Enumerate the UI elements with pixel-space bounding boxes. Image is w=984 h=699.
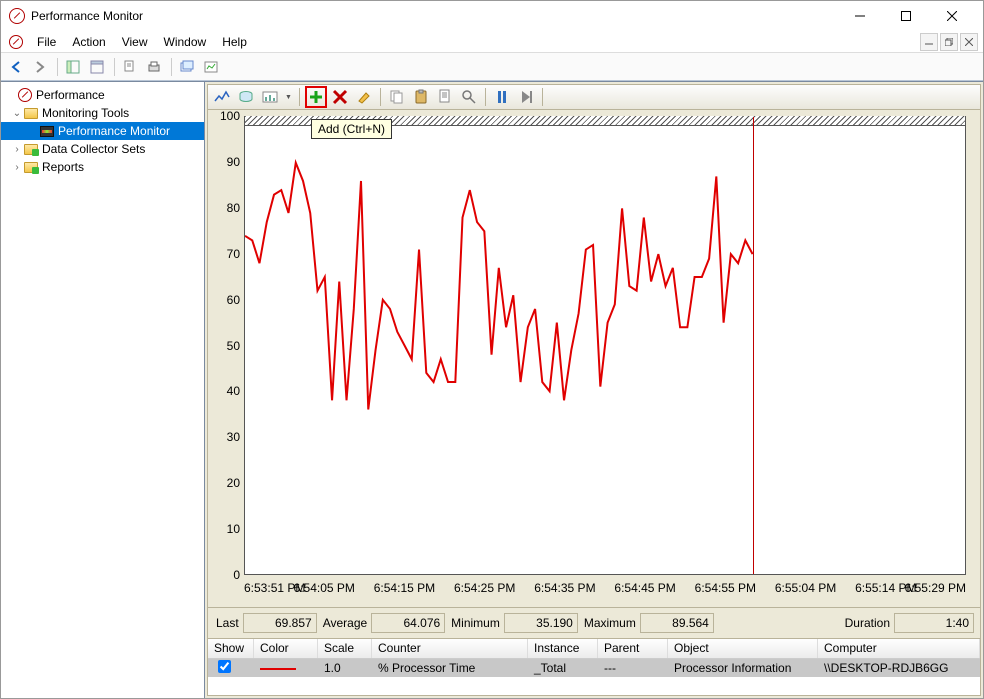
cell-computer: \\DESKTOP-RDJB6GG: [818, 661, 980, 675]
stat-avg-value: 64.076: [371, 613, 445, 633]
print-button[interactable]: [143, 56, 165, 78]
properties-button[interactable]: [119, 56, 141, 78]
menu-help[interactable]: Help: [214, 33, 255, 51]
mdi-close-button[interactable]: [960, 33, 978, 51]
cell-scale: 1.0: [318, 661, 372, 675]
freeze-display-button[interactable]: [491, 86, 513, 108]
menu-window[interactable]: Window: [156, 33, 215, 51]
titlebar: Performance Monitor: [1, 1, 983, 31]
x-axis-ticks: 6:53:51 PM6:54:05 PM6:54:15 PM6:54:25 PM…: [244, 579, 966, 603]
properties-counter-button[interactable]: [434, 86, 456, 108]
graph-type-dropdown-arrow[interactable]: ▼: [285, 94, 292, 101]
counter-table-row[interactable]: 1.0 % Processor Time _Total --- Processo…: [208, 659, 980, 677]
folder-icon: [24, 108, 38, 119]
col-counter[interactable]: Counter: [372, 639, 528, 658]
highlight-button[interactable]: [353, 86, 375, 108]
stat-last-value: 69.857: [243, 613, 317, 633]
stats-bar: Last 69.857 Average 64.076 Minimum 35.19…: [207, 608, 981, 638]
maximize-button[interactable]: [883, 1, 929, 31]
view-log-data-button[interactable]: [235, 86, 257, 108]
tree-data-collector-sets[interactable]: › Data Collector Sets: [1, 140, 204, 158]
tree-reports[interactable]: › Reports: [1, 158, 204, 176]
tree-root-performance[interactable]: Performance: [1, 86, 204, 104]
view-current-activity-button[interactable]: [211, 86, 233, 108]
app-icon-small: [9, 35, 23, 49]
monitor-icon: [40, 126, 54, 137]
paste-counter-list-button[interactable]: [410, 86, 432, 108]
tree-performance-monitor[interactable]: Performance Monitor: [1, 122, 204, 140]
col-instance[interactable]: Instance: [528, 639, 598, 658]
col-parent[interactable]: Parent: [598, 639, 668, 658]
update-data-button[interactable]: [515, 86, 537, 108]
stat-max-value: 89.564: [640, 613, 714, 633]
stat-last-label: Last: [216, 616, 239, 630]
delete-counter-button[interactable]: [329, 86, 351, 108]
stat-dur-value: 1:40: [894, 613, 974, 633]
counter-table-header: Show Color Scale Counter Instance Parent…: [208, 639, 980, 659]
stat-max-label: Maximum: [584, 616, 636, 630]
col-scale[interactable]: Scale: [318, 639, 372, 658]
right-pane: ▼ Add (Ctrl+N) 0102030405060708090100: [205, 82, 983, 698]
menu-action[interactable]: Action: [64, 33, 113, 51]
mdi-minimize-button[interactable]: [920, 33, 938, 51]
data-line: [245, 117, 965, 574]
stat-dur-label: Duration: [845, 616, 890, 630]
minimize-button[interactable]: [837, 1, 883, 31]
col-show[interactable]: Show: [208, 639, 254, 658]
plot-area[interactable]: [244, 116, 966, 575]
cell-object: Processor Information: [668, 661, 818, 675]
chart-container: 0102030405060708090100 6:53:51 PM6:54:05…: [207, 110, 981, 608]
show-checkbox[interactable]: [218, 660, 231, 673]
stat-avg-label: Average: [323, 616, 367, 630]
y-axis-ticks: 0102030405060708090100: [210, 116, 242, 575]
col-computer[interactable]: Computer: [818, 639, 980, 658]
menu-view[interactable]: View: [114, 33, 156, 51]
folder-icon: [24, 144, 38, 155]
cell-instance: _Total: [528, 661, 598, 675]
col-object[interactable]: Object: [668, 639, 818, 658]
copy-properties-button[interactable]: [386, 86, 408, 108]
chart-toolbar: ▼: [207, 84, 981, 110]
show-hide-action-pane-button[interactable]: [62, 56, 84, 78]
cell-parent: ---: [598, 661, 668, 675]
menubar: File Action View Window Help: [1, 31, 983, 53]
counter-table: Show Color Scale Counter Instance Parent…: [207, 638, 981, 696]
cell-counter: % Processor Time: [372, 661, 528, 675]
folder-icon: [24, 162, 38, 173]
change-graph-type-button[interactable]: [259, 86, 281, 108]
app-icon: [9, 8, 25, 24]
col-color[interactable]: Color: [254, 639, 318, 658]
show-hide-console-tree-button[interactable]: [86, 56, 108, 78]
stat-min-value: 35.190: [504, 613, 578, 633]
new-window-button[interactable]: [176, 56, 198, 78]
tree-monitoring-tools[interactable]: ⌄ Monitoring Tools: [1, 104, 204, 122]
tree-pane: Performance ⌄ Monitoring Tools Performan…: [1, 82, 205, 698]
window-title: Performance Monitor: [31, 9, 143, 23]
performance-icon: [18, 88, 32, 102]
tooltip-add: Add (Ctrl+N): [311, 119, 392, 139]
view-log-button[interactable]: [200, 56, 222, 78]
mmc-toolbar: [1, 53, 983, 81]
add-counter-button[interactable]: [305, 86, 327, 108]
stat-min-label: Minimum: [451, 616, 500, 630]
content-area: Performance ⌄ Monitoring Tools Performan…: [1, 81, 983, 698]
mdi-restore-button[interactable]: [940, 33, 958, 51]
close-button[interactable]: [929, 1, 975, 31]
color-swatch: [260, 668, 296, 670]
forward-button[interactable]: [29, 56, 51, 78]
menu-file[interactable]: File: [29, 33, 64, 51]
back-button[interactable]: [5, 56, 27, 78]
zoom-button[interactable]: [458, 86, 480, 108]
